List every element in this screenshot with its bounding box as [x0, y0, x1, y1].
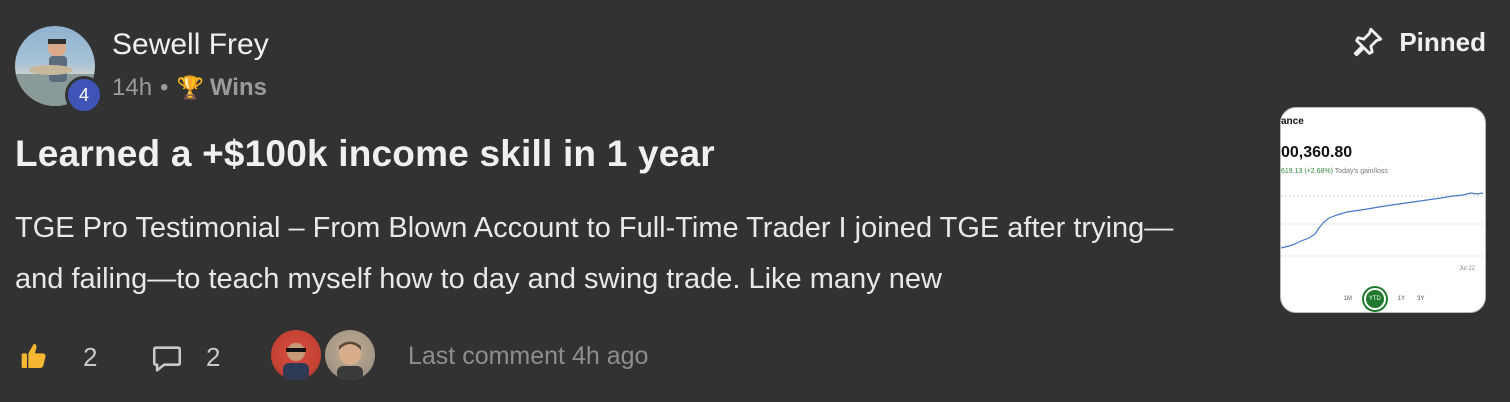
thumb-gain-value: 619.13 (+2.68%) — [1281, 168, 1333, 175]
thumb-line — [1281, 192, 1484, 249]
like-count: 2 — [83, 342, 98, 372]
last-comment-time: Last comment 4h ago — [408, 342, 649, 370]
comment-count: 2 — [206, 342, 221, 372]
post-meta: 14h • 🏆 Wins — [112, 74, 267, 102]
post-title[interactable]: Learned a +$100k income skill in 1 year — [15, 133, 715, 175]
thumb-date: Jul 22 — [1458, 266, 1475, 272]
post-thumbnail[interactable]: ance 00,360.80 619.13 (+2.68%) Today's g… — [1280, 107, 1486, 313]
post-time: 14h — [112, 74, 153, 101]
trophy-icon: 🏆 — [176, 75, 204, 100]
thumb-range-selector: 1M YTD 1Y 3Y — [1281, 288, 1485, 310]
comment-icon — [152, 346, 182, 372]
meta-separator: • — [160, 74, 169, 101]
thumb-gain: 619.13 (+2.68%) Today's gain/loss — [1281, 168, 1388, 175]
like-button[interactable] — [18, 340, 52, 377]
post-footer: 2 2 Last comment 4h ago — [0, 330, 1510, 384]
post-body[interactable]: TGE Pro Testimonial – From Blown Account… — [15, 203, 1215, 305]
thumb-gain-label: Today's gain/loss — [1334, 168, 1388, 175]
pinned-label: Pinned — [1399, 26, 1486, 57]
thumb-value: 00,360.80 — [1281, 144, 1353, 161]
category-label[interactable]: Wins — [210, 74, 267, 102]
thumb-chart — [1281, 192, 1485, 257]
range-1y: 1Y — [1397, 296, 1406, 302]
thumbs-up-icon — [21, 344, 46, 368]
author-name[interactable]: Sewell Frey — [112, 28, 269, 62]
range-3y: 3Y — [1417, 296, 1425, 302]
range-1m: 1M — [1343, 296, 1352, 302]
thumb-header: ance — [1281, 116, 1304, 127]
comment-button[interactable] — [148, 342, 186, 381]
pinned-indicator: Pinned — [1351, 25, 1486, 59]
level-badge: 4 — [65, 76, 103, 114]
commenter-avatar[interactable] — [271, 330, 321, 380]
pin-icon — [1354, 27, 1383, 57]
range-ytd: YTD — [1363, 288, 1386, 310]
commenter-avatar[interactable] — [325, 330, 375, 380]
